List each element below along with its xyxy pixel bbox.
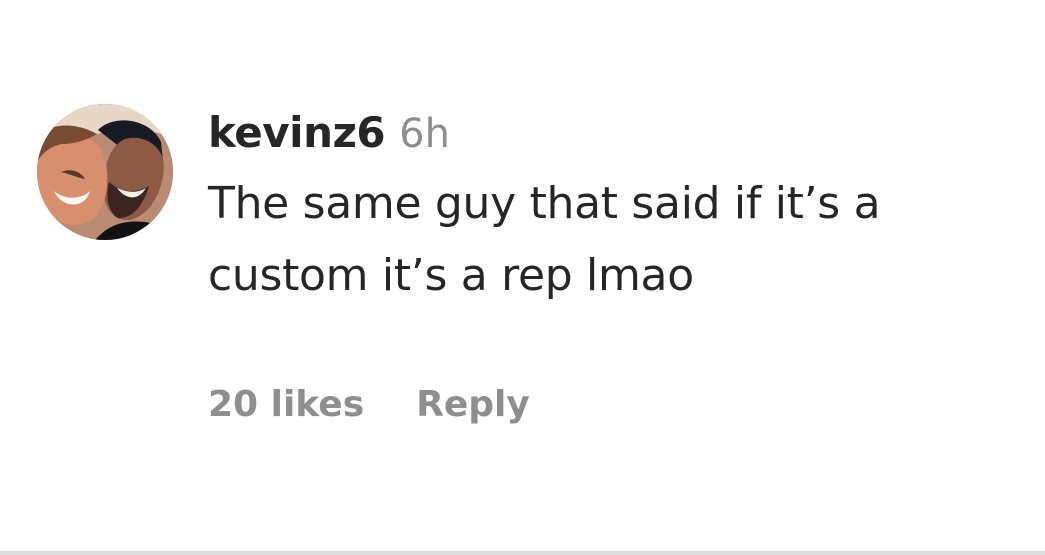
user-avatar[interactable]	[37, 104, 173, 240]
reply-button[interactable]: Reply	[416, 384, 530, 425]
comment-divider	[0, 551, 1045, 555]
comment-body: kevinz6 6h The same guy that said if it’…	[208, 112, 1028, 312]
comment-meta: kevinz6 6h	[208, 112, 1028, 155]
comment-timestamp[interactable]: 6h	[399, 114, 450, 154]
avatar-photo-icon	[37, 104, 173, 240]
comment-text: The same guy that said if it’s a custom …	[208, 178, 881, 301]
username-link[interactable]: kevinz6	[208, 112, 386, 154]
comment-item: kevinz6 6h The same guy that said if it’…	[0, 0, 1045, 555]
comment-actions: 20 likes Reply	[208, 384, 530, 425]
likes-count-link[interactable]: 20 likes	[208, 384, 364, 425]
